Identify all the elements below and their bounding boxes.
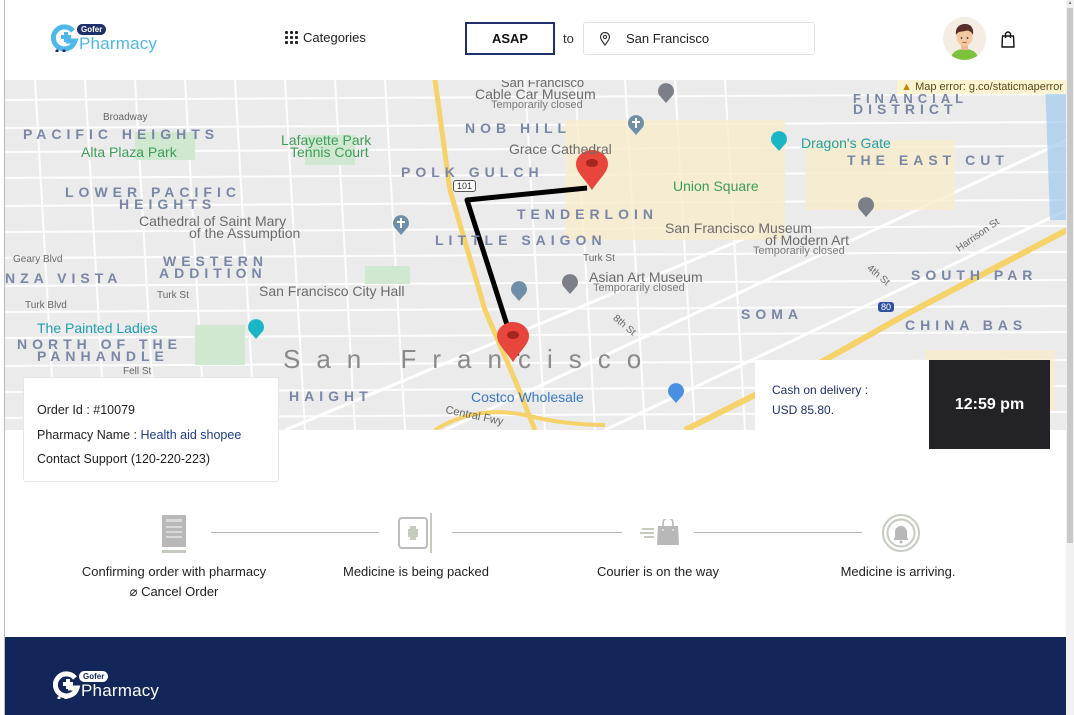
shopping-marker-icon [668,383,684,403]
logo-text: Pharmacy [81,681,160,700]
map-label: Union Square [673,178,759,194]
order-id-label: Order Id : [37,403,94,417]
map-label: Turk Blvd [25,300,67,311]
order-id-row: Order Id : #10079 [37,398,278,423]
progress-connector [452,532,622,533]
church-marker-icon [393,215,409,235]
pharmacy-name-label: Pharmacy Name : [37,427,141,442]
map-label: SOUTH PAR [911,267,1038,283]
delivery-location-input[interactable]: San Francisco [583,22,815,55]
map-label: ADDITION [159,265,267,281]
map-label: Fell St [123,366,152,377]
contact-support-phone: (120-220-223) [130,452,211,466]
map-label: CHINA BAS [905,317,1028,333]
eta-time: 12:59 pm [954,395,1025,413]
order-details-card: Order Id : #10079 Pharmacy Name : Health… [23,377,279,482]
payment-card: Cash on delivery : USD 85.80. [755,360,931,430]
map-error-banner: ▲ Map error: g.co/staticmaperror [897,80,1067,94]
step-label: Medicine is being packed [343,564,489,579]
scroll-up-arrow-icon[interactable]: ▲ [1067,0,1073,6]
map-label: San Francisco City Hall [259,283,405,299]
map-label: Temporarily closed [491,99,583,111]
to-label: to [563,31,574,46]
scrollbar-thumb[interactable] [1067,8,1073,543]
order-id-value: #10079 [93,403,135,417]
location-pin-icon [599,31,611,46]
pharmacy-name-row: Pharmacy Name : Health aid shopee [37,423,278,448]
location-value: San Francisco [626,31,710,46]
payment-amount: USD 85.80. [772,403,835,417]
delivery-bag-icon [640,519,679,545]
payment-method: Cash on delivery : [772,383,869,397]
contact-support-label: Contact Support [37,452,128,466]
map-label: The Painted Ladies [37,320,158,336]
highway-101-shield: 101 [453,180,477,192]
museum-marker-icon [658,83,674,103]
map-label: Broadway [103,112,148,123]
gofer-pharmacy-logo[interactable]: Gofer Pharmacy [51,22,161,56]
map-label: HAIGHT [289,388,373,404]
map-label: THE EAST CUT [847,152,1009,168]
map-label: Dragon's Gate [801,135,891,151]
map-label: San Francisco [283,344,658,374]
map-label: PACIFIC HEIGHTS [23,126,220,142]
map-label: NOB HILL [465,120,572,136]
categories-label: Categories [303,30,366,45]
progress-connector [694,532,862,533]
shopping-bag-icon[interactable] [1001,31,1015,48]
logo-g-cross-icon [53,671,81,699]
church-marker-icon [628,115,644,135]
page: Gofer Pharmacy Categories ASAP to San Fr… [4,0,1067,715]
landmark-marker-icon [248,319,264,339]
city-hall-marker-icon [511,281,527,301]
pharmacy-name-link[interactable]: Health aid shopee [141,428,242,442]
medical-box-icon [398,513,432,553]
footer: Gofer Pharmacy [5,637,1067,715]
map-label: Turk St [583,253,615,264]
footer-logo[interactable]: Gofer Pharmacy [53,669,163,703]
map-label: PANHANDLE [37,348,169,364]
museum-marker-icon [562,274,578,294]
eta-time-box: 12:59 pm [929,360,1050,449]
grid-icon [285,31,298,44]
museum-marker-icon [858,197,874,217]
order-progress-tracker: Confirming order with pharmacy Medicine … [5,505,1067,615]
map-label: Alta Plaza Park [81,144,177,160]
step-label: Courier is on the way [596,564,720,579]
map-label: SOMA [741,306,803,322]
contact-support-row[interactable]: Contact Support (120-220-223) [37,447,278,472]
map-label: Grace Cathedral [509,141,612,157]
warning-icon: ▲ [901,81,912,93]
user-avatar[interactable] [943,17,986,60]
categories-menu[interactable]: Categories [285,30,366,45]
page-scrollbar[interactable]: ▲ [1066,0,1074,715]
bell-icon [882,514,920,552]
map-label: HEIGHTS [119,196,217,212]
map-label: Turk St [157,290,189,301]
map-label: NZA VISTA [5,270,123,286]
map-label: Geary Blvd [13,254,63,265]
receipt-icon [162,515,186,553]
map-label: Temporarily closed [593,282,685,294]
cancel-order-button[interactable]: ⌀ Cancel Order [109,584,239,600]
map-error-text: Map error: g.co/staticmaperror [915,81,1063,93]
map-label: LITTLE SAIGON [435,232,607,248]
map-label: Temporarily closed [753,245,845,257]
map-label: Costco Wholesale [471,389,584,405]
step-label: Medicine is arriving. [840,564,956,579]
logo-text: Pharmacy [79,34,158,53]
step-label: Confirming order with pharmacy [81,564,267,579]
map-label: TENDERLOIN [517,206,658,222]
progress-connector [211,532,379,533]
logo-g-cross-icon [51,24,79,52]
header: Gofer Pharmacy Categories ASAP to San Fr… [5,0,1067,80]
map-label: Tennis Court [290,144,369,160]
map-label: DISTRICT [853,101,958,117]
highway-80-shield: 80 [878,302,895,312]
landmark-marker-icon [771,131,787,151]
map-label: of the Assumption [189,225,301,241]
map-label: POLK GULCH [401,164,544,180]
schedule-asap-button[interactable]: ASAP [465,22,555,55]
avatar-icon [943,17,986,60]
